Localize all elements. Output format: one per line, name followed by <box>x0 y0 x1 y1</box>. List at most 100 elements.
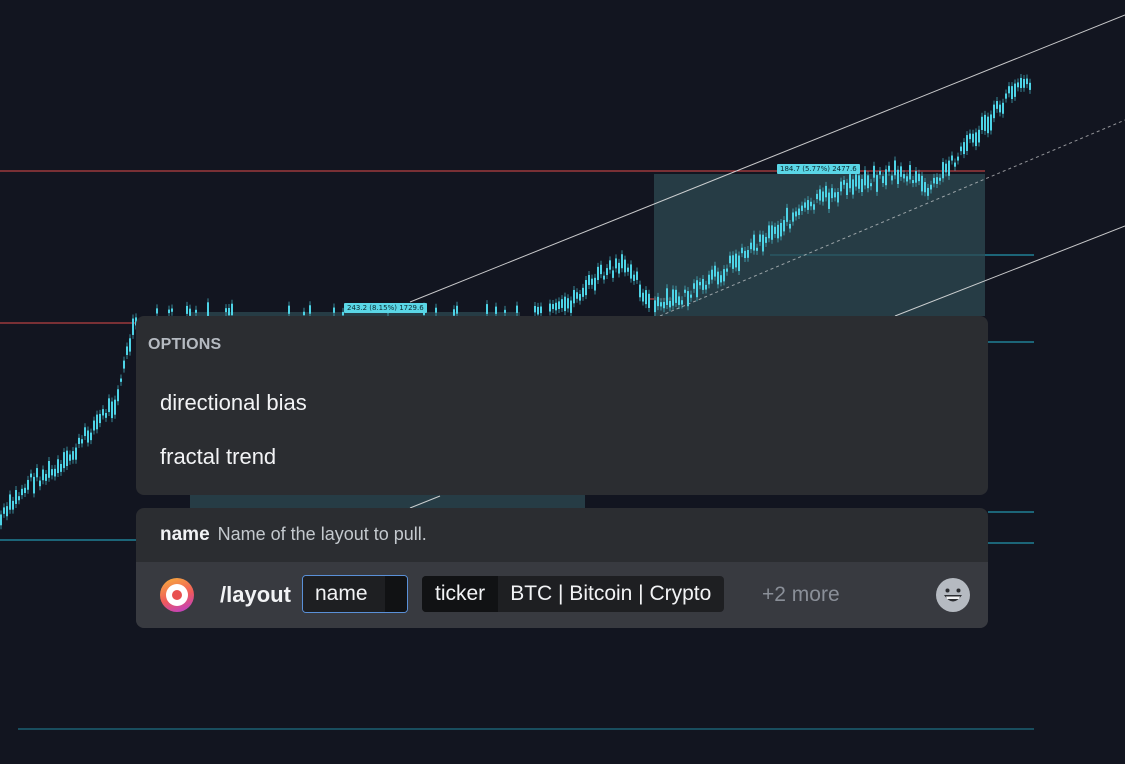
candle-body <box>621 254 623 269</box>
candle-body <box>84 427 86 437</box>
candle-body <box>672 289 674 306</box>
candle-body <box>912 180 914 184</box>
candle-body <box>744 250 746 259</box>
candle-body <box>882 176 884 184</box>
candle-body <box>102 409 104 416</box>
candle-body <box>978 129 980 143</box>
candle-body <box>18 496 20 501</box>
candle-body <box>561 299 563 308</box>
candle-body <box>660 302 662 307</box>
candle-body <box>603 275 605 280</box>
candle-body <box>990 114 992 131</box>
candle-body <box>537 306 539 315</box>
candle-body <box>696 280 698 298</box>
candle-body <box>27 479 29 490</box>
candle-body <box>729 255 731 264</box>
candle-body <box>783 220 785 232</box>
candle-body <box>666 288 668 306</box>
option-fractal-trend[interactable]: fractal trend <box>160 444 276 470</box>
candle-body <box>936 177 938 184</box>
candle-body <box>996 101 998 109</box>
candle-body <box>129 338 131 352</box>
candle-body <box>549 303 551 312</box>
candle-body <box>534 305 536 313</box>
candle-body <box>702 278 704 290</box>
candle-body <box>951 155 953 161</box>
candle-body <box>714 265 716 277</box>
candle-body <box>930 184 932 190</box>
candle-body <box>705 284 707 290</box>
candle-body <box>735 253 737 268</box>
candle-body <box>888 165 890 172</box>
candle-body <box>111 401 113 419</box>
candle-body <box>897 169 899 185</box>
candle-body <box>960 146 962 152</box>
candle-body <box>33 476 35 494</box>
candle-body <box>6 506 8 517</box>
candle-body <box>1011 86 1013 100</box>
grinning-face-icon[interactable] <box>936 578 970 612</box>
candle-body <box>186 305 188 314</box>
candle-body <box>75 447 77 460</box>
candle-body <box>303 311 305 316</box>
candle-body <box>879 171 881 175</box>
candle-body <box>21 488 23 496</box>
candle-body <box>1026 78 1028 85</box>
candle-body <box>63 452 65 469</box>
candle-body <box>90 432 92 441</box>
name-param-input[interactable]: name <box>302 575 408 613</box>
candle-body <box>456 305 458 314</box>
candle-body <box>873 165 875 178</box>
candle-body <box>804 202 806 208</box>
candle-body <box>975 132 977 147</box>
candle-body <box>852 179 854 195</box>
options-autocomplete-panel: OPTIONS directional bias fractal trend <box>136 316 988 495</box>
candle-body <box>564 296 566 312</box>
command-input-row: /layout name ticker BTC | Bitcoin | Cryp… <box>136 562 988 628</box>
chart-measure-label: 184.7 (5.77%) 2477.6 <box>777 164 860 174</box>
candle-body <box>906 176 908 182</box>
more-params-button[interactable]: +2 more <box>762 583 840 607</box>
candle-body <box>900 166 902 177</box>
candle-body <box>57 459 59 474</box>
candle-body <box>918 173 920 182</box>
candle-body <box>756 247 758 251</box>
candle-body <box>753 234 755 251</box>
candle-body <box>861 178 863 193</box>
candle-body <box>984 114 986 131</box>
app-logo-icon <box>160 578 194 612</box>
candle-body <box>738 255 740 272</box>
candle-body <box>171 308 173 312</box>
candle-body <box>1008 86 1010 94</box>
candle-body <box>1002 102 1004 114</box>
candle-body <box>795 211 797 217</box>
candle-body <box>1017 82 1019 88</box>
ticker-param-chip[interactable]: ticker BTC | Bitcoin | Crypto <box>422 576 725 612</box>
candle-body <box>612 270 614 278</box>
option-directional-bias[interactable]: directional bias <box>160 390 307 416</box>
candle-body <box>870 183 872 187</box>
candle-body <box>741 247 743 254</box>
candle-body <box>189 308 191 316</box>
candle-body <box>1005 93 1007 99</box>
name-param-value[interactable] <box>385 576 407 612</box>
candle-body <box>93 420 95 431</box>
candle-body <box>774 226 776 234</box>
candle-body <box>114 399 116 415</box>
candle-body <box>792 212 794 222</box>
candle-body <box>750 242 752 250</box>
candle-body <box>627 267 629 272</box>
candle-body <box>966 135 968 151</box>
candle-body <box>834 192 836 198</box>
ticker-param-value[interactable]: BTC | Bitcoin | Crypto <box>498 576 724 612</box>
candle-body <box>168 309 170 314</box>
candle-body <box>816 193 818 200</box>
candle-body <box>777 224 779 239</box>
candle-body <box>684 289 686 293</box>
candle-body <box>909 165 911 180</box>
candle-body <box>99 413 101 424</box>
candle-body <box>723 269 725 282</box>
candle-body <box>981 116 983 130</box>
candle-body <box>891 175 893 181</box>
candle-body <box>552 304 554 310</box>
